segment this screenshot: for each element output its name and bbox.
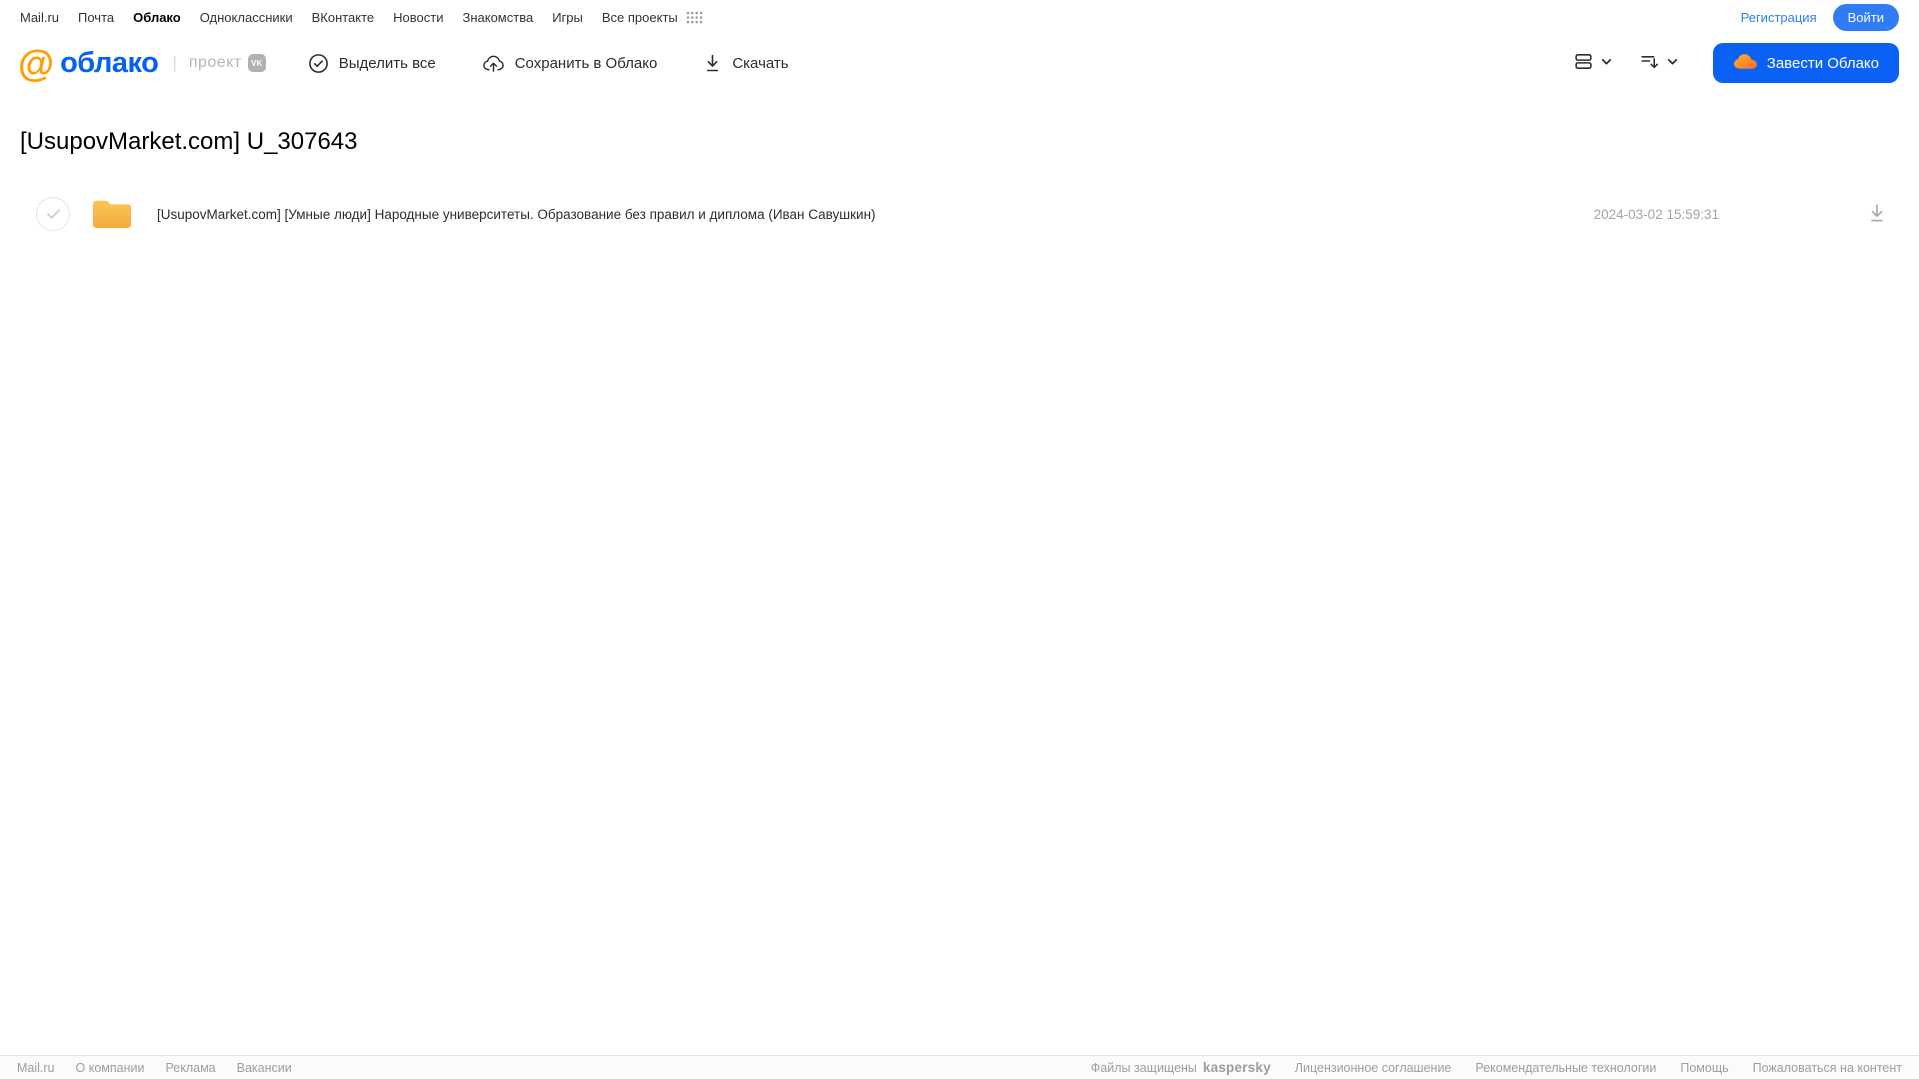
nav-item-pochta[interactable]: Почта [78, 10, 114, 25]
vk-badge-icon: vk [247, 54, 266, 72]
footer-link-mailru[interactable]: Mail.ru [17, 1061, 55, 1075]
list-view-icon [1573, 51, 1594, 75]
protected-text: Файлы защищены [1090, 1060, 1197, 1075]
download-button[interactable]: Скачать [703, 53, 789, 73]
nav-item-oblako[interactable]: Облако [133, 10, 181, 25]
nav-item-odnoklassniki[interactable]: Одноклассники [200, 10, 293, 25]
chevron-down-icon [1600, 55, 1613, 71]
cloud-logo[interactable]: @ облако [18, 42, 159, 84]
header-right-controls: Завести Облако [1573, 43, 1899, 83]
download-label: Скачать [732, 54, 789, 72]
download-icon [703, 53, 722, 73]
login-button[interactable]: Войти [1832, 3, 1899, 31]
chevron-down-icon [1666, 55, 1679, 71]
nav-item-novosti[interactable]: Новости [393, 10, 443, 25]
nav-item-znakomstva[interactable]: Знакомства [462, 10, 533, 25]
nav-item-vkontakte[interactable]: ВКонтакте [312, 10, 375, 25]
cloud-upload-icon [482, 53, 505, 74]
download-icon [1867, 202, 1887, 226]
main-content: [UsupovMarket.com] U_307643 [UsupovMarke… [0, 92, 1919, 1055]
get-cloud-label: Завести Облако [1766, 54, 1879, 72]
footer-link-ads[interactable]: Реклама [165, 1061, 215, 1075]
footer-link-help[interactable]: Помощь [1680, 1061, 1728, 1075]
nav-item-all-projects[interactable]: Все проекты [602, 10, 678, 25]
page-title: [UsupovMarket.com] U_307643 [20, 128, 358, 155]
select-all-label: Выделить все [338, 54, 436, 72]
check-circle-icon [308, 53, 329, 74]
page-footer: Mail.ru О компании Реклама Вакансии Файл… [0, 1055, 1919, 1079]
select-all-button[interactable]: Выделить все [308, 53, 436, 74]
file-row[interactable]: [UsupovMarket.com] [Умные люди] Народные… [20, 188, 1899, 240]
footer-left-links: Mail.ru О компании Реклама Вакансии [17, 1061, 292, 1075]
apps-grid-icon[interactable] [686, 11, 703, 24]
view-mode-selector[interactable] [1573, 51, 1613, 75]
cloud-icon [1733, 52, 1758, 75]
portal-navbar: Mail.ru Почта Облако Одноклассники ВКонт… [0, 0, 1919, 34]
portal-nav-links: Mail.ru Почта Облако Одноклассники ВКонт… [20, 10, 703, 25]
actions-toolbar: Выделить все Сохранить в Облако Скачать [308, 53, 789, 74]
file-list: [UsupovMarket.com] [Умные люди] Народные… [20, 188, 1899, 240]
mailru-at-icon: @ [18, 42, 54, 84]
nav-item-mailru[interactable]: Mail.ru [20, 10, 59, 25]
kaspersky-protection: Файлы защищены kaspersky [1091, 1060, 1271, 1075]
logo-divider: | [172, 53, 177, 72]
project-label: проект [188, 54, 242, 71]
save-to-cloud-label: Сохранить в Облако [514, 54, 658, 72]
file-name: [UsupovMarket.com] [Умные люди] Народные… [157, 206, 876, 222]
footer-link-about[interactable]: О компании [76, 1061, 145, 1075]
save-to-cloud-button[interactable]: Сохранить в Облако [482, 53, 658, 74]
check-icon [46, 209, 60, 219]
footer-link-jobs[interactable]: Вакансии [237, 1061, 292, 1075]
kaspersky-logo[interactable]: kaspersky [1203, 1060, 1271, 1075]
footer-link-license[interactable]: Лицензионное соглашение [1295, 1061, 1452, 1075]
row-checkbox[interactable] [36, 197, 70, 231]
get-cloud-button[interactable]: Завести Облако [1712, 43, 1899, 83]
folder-icon [89, 195, 135, 233]
footer-right-links: Файлы защищены kaspersky Лицензионное со… [1091, 1060, 1902, 1075]
sort-selector[interactable] [1639, 51, 1679, 75]
cloud-logo-text: облако [60, 46, 159, 79]
file-date: 2024-03-02 15:59:31 [1593, 206, 1719, 222]
portal-nav-auth: Регистрация Войти [1741, 3, 1899, 31]
footer-link-report-content[interactable]: Пожаловаться на контент [1753, 1061, 1902, 1075]
nav-item-igry[interactable]: Игры [552, 10, 583, 25]
sort-icon [1639, 51, 1660, 75]
row-download-button[interactable] [1867, 202, 1887, 226]
registration-link[interactable]: Регистрация [1741, 10, 1817, 25]
footer-link-recommendation-tech[interactable]: Рекомендательные технологии [1475, 1061, 1656, 1075]
vk-project-tag: | проект vk [172, 53, 266, 73]
cloud-header: @ облако | проект vk Выделить все Сохран… [0, 34, 1919, 92]
